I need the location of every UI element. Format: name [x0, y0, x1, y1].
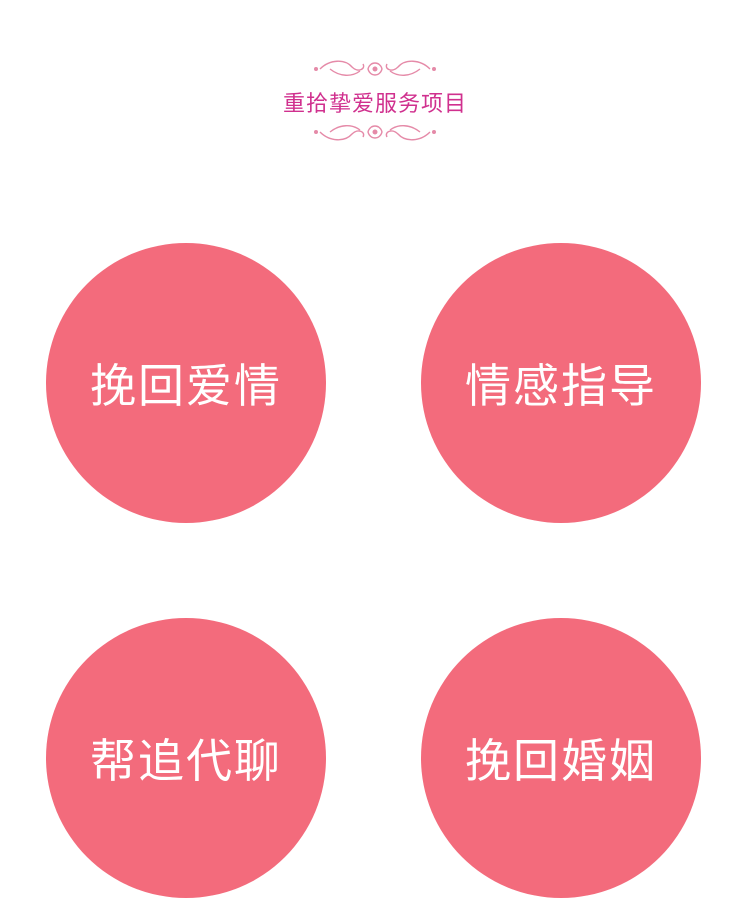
- service-circle-win-back-love[interactable]: 挽回爱情: [46, 243, 326, 523]
- service-label: 挽回婚姻: [465, 734, 657, 788]
- service-circle-chat-assist[interactable]: 帮追代聊: [46, 618, 326, 898]
- section-header: 重拾挚爱服务项目: [0, 0, 750, 160]
- ornament-divider-top: [130, 60, 620, 76]
- service-label: 情感指导: [465, 359, 657, 413]
- page-title: 重拾挚爱服务项目: [282, 92, 467, 117]
- service-circle-emotional-guidance[interactable]: 情感指导: [421, 243, 701, 523]
- service-label: 帮追代聊: [90, 734, 282, 788]
- service-circle-save-marriage[interactable]: 挽回婚姻: [421, 618, 701, 898]
- service-label: 挽回爱情: [90, 359, 282, 413]
- ornament-divider-bottom: [130, 125, 620, 141]
